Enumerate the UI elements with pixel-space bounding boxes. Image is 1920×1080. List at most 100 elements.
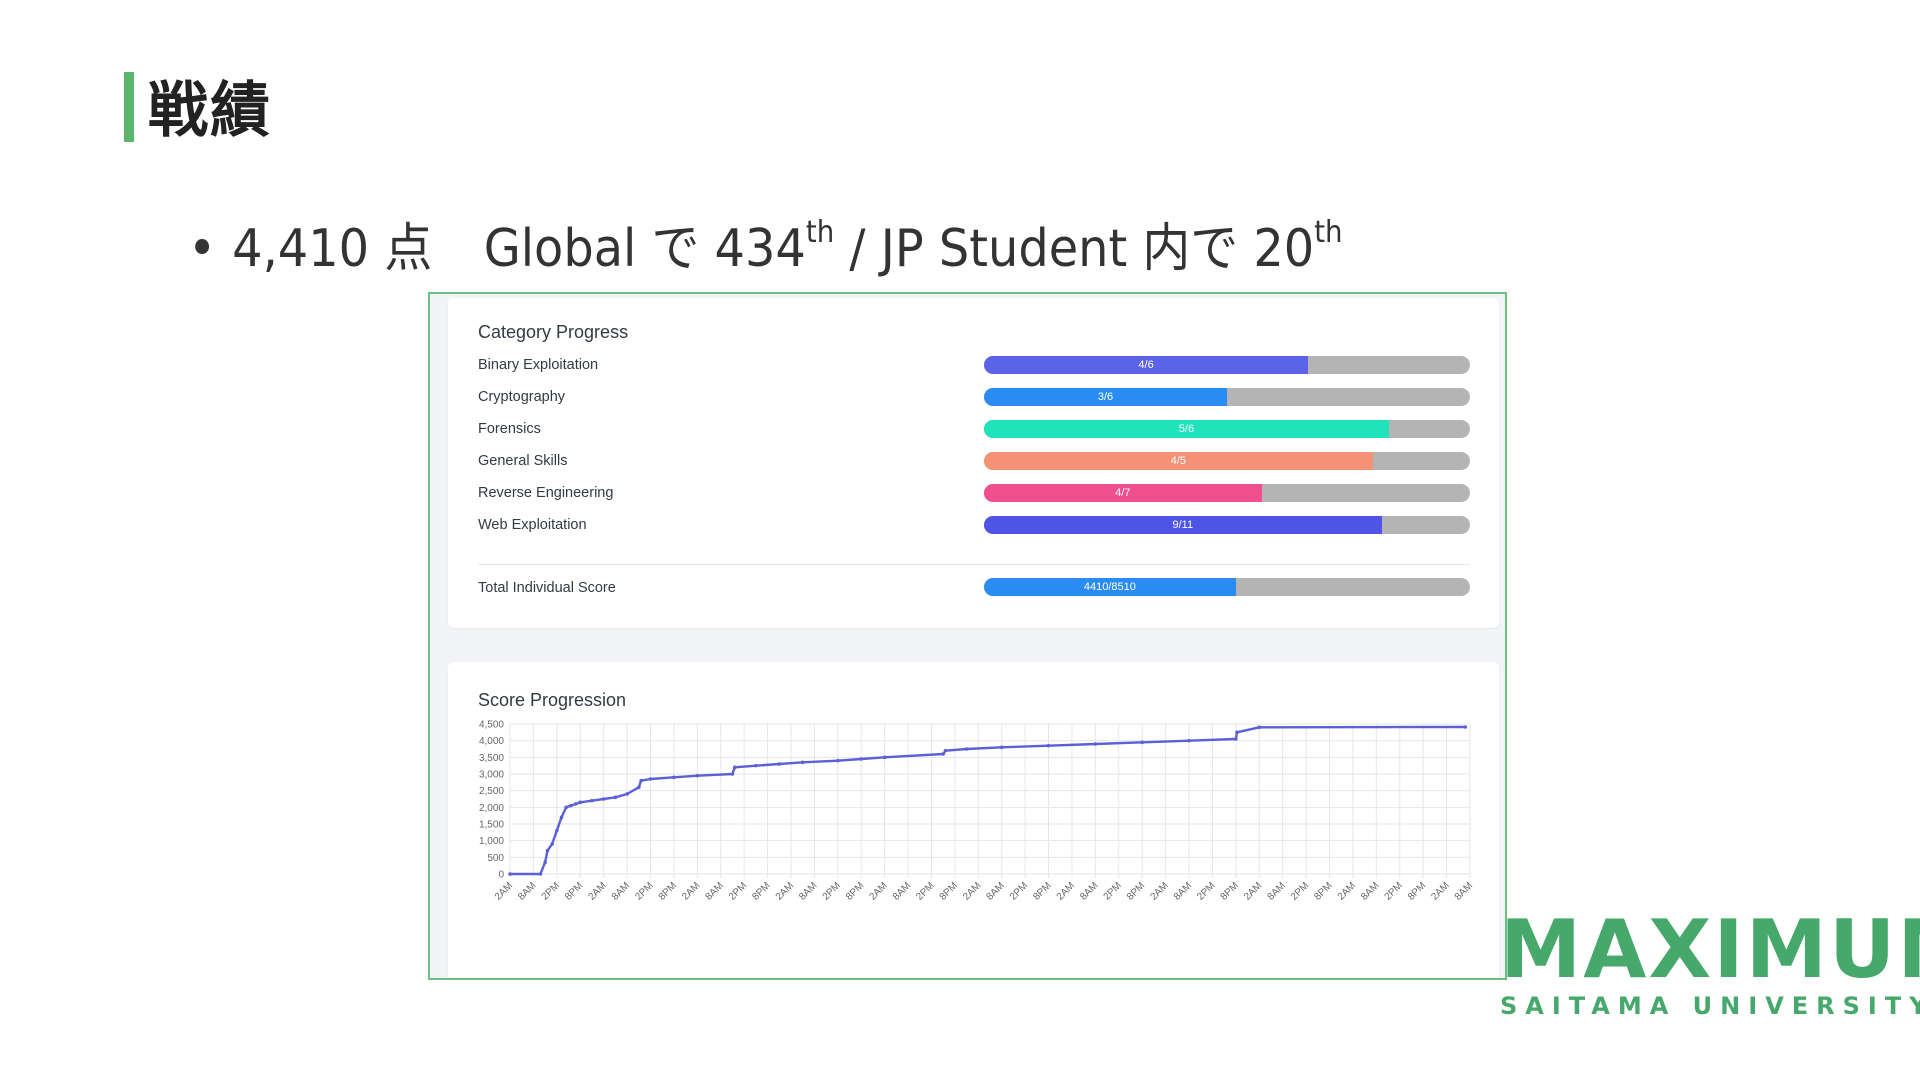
category-progress-card: Category Progress Binary Exploitation 4/6… <box>448 298 1499 628</box>
category-progress-text: 4/5 <box>1170 455 1187 467</box>
x-tick-label: 8AM <box>1265 880 1287 902</box>
x-tick-label: 8PM <box>1031 880 1053 902</box>
score-point <box>672 775 676 780</box>
category-label: Binary Exploitation <box>478 357 599 373</box>
score-point <box>613 795 618 800</box>
global-rank-suffix: th <box>805 215 835 250</box>
y-tick-label: 3,000 <box>479 770 504 781</box>
category-label: General Skills <box>478 453 568 469</box>
category-progress-fill: 4/6 <box>984 356 1309 374</box>
jp-rank-text: / JP Student 内で 20 <box>834 219 1315 279</box>
x-tick-label: 8PM <box>1219 880 1241 902</box>
score-point <box>730 772 735 776</box>
x-tick-label: 8AM <box>1359 880 1381 902</box>
score-point <box>1140 740 1144 745</box>
x-tick-label: 8AM <box>797 880 819 902</box>
score-point <box>1187 738 1191 743</box>
x-tick-label: 8PM <box>1312 880 1334 902</box>
score-point <box>800 760 805 765</box>
score-point <box>564 805 568 810</box>
score-point <box>1234 737 1238 741</box>
x-tick-label: 2PM <box>1102 880 1124 902</box>
score-line <box>510 725 1466 876</box>
x-tick-label: 8PM <box>844 880 866 902</box>
x-tick-label: 8PM <box>1125 880 1147 902</box>
x-tick-label: 2AM <box>961 880 983 902</box>
y-tick-label: 3,500 <box>479 753 504 764</box>
category-progress-text: 4/7 <box>1115 487 1131 499</box>
score-point <box>545 848 550 853</box>
category-progress-text: 9/11 <box>1172 519 1194 531</box>
y-tick-label: 1,000 <box>479 836 504 847</box>
score-point <box>695 773 700 778</box>
x-tick-label: 2AM <box>493 880 515 902</box>
x-tick-label: 2PM <box>1383 880 1405 902</box>
category-progress-fill: 5/6 <box>984 420 1389 438</box>
category-progress-fill: 9/11 <box>984 516 1382 534</box>
x-tick-label: 2AM <box>1336 880 1358 902</box>
divider <box>478 564 1470 565</box>
score-point <box>538 872 543 876</box>
score-point <box>732 765 737 770</box>
scoreboard-screenshot: Category Progress Binary Exploitation 4/6… <box>428 292 1507 980</box>
x-tick-label: 2AM <box>867 880 889 902</box>
score-point <box>836 758 840 763</box>
total-score-label: Total Individual Score <box>478 580 616 596</box>
category-progress-text: 3/6 <box>1097 391 1114 403</box>
score-point <box>943 748 948 753</box>
x-tick-label: 2PM <box>914 880 936 902</box>
x-tick-label: 2PM <box>540 880 562 902</box>
y-tick-label: 2,500 <box>479 786 504 797</box>
category-progress-fill: 3/6 <box>984 388 1227 406</box>
x-tick-label: 8PM <box>563 880 585 902</box>
x-tick-label: 8AM <box>516 880 538 902</box>
score-point <box>569 803 573 808</box>
x-tick-label: 8PM <box>750 880 772 902</box>
y-tick-label: 500 <box>487 853 504 864</box>
total-score-text: 4410/8510 <box>1083 581 1136 593</box>
total-score-fill: 4410/8510 <box>984 578 1236 596</box>
x-tick-label: 2AM <box>680 880 702 902</box>
x-tick-label: 2AM <box>586 880 608 902</box>
jp-rank-suffix: th <box>1314 215 1343 250</box>
score-point <box>639 778 643 783</box>
x-tick-label: 2AM <box>1429 880 1451 902</box>
x-tick-label: 2AM <box>1148 880 1170 902</box>
category-progress-bar: 4/7 <box>984 484 1470 502</box>
score-point <box>625 792 629 796</box>
score-point <box>648 777 653 781</box>
score-point <box>573 802 578 806</box>
score-point <box>1257 725 1262 730</box>
score-point <box>601 797 606 801</box>
x-tick-label: 8AM <box>985 880 1007 902</box>
x-tick-label: 2PM <box>1289 880 1311 902</box>
score-point <box>941 752 945 756</box>
x-tick-label: 8AM <box>891 880 913 902</box>
x-tick-label: 8PM <box>657 880 679 902</box>
x-tick-label: 2PM <box>727 880 749 902</box>
result-bullet: • 4,410 点 Global で 434th / JP Student 内で 2… <box>188 206 1343 281</box>
score-point <box>964 747 969 751</box>
x-tick-label: 2PM <box>1008 880 1030 902</box>
y-tick-label: 1,500 <box>479 820 504 831</box>
score-point <box>590 798 594 803</box>
score-point <box>578 800 583 805</box>
category-label: Cryptography <box>478 389 566 405</box>
x-tick-label: 8AM <box>1172 880 1194 902</box>
score-point <box>1046 743 1051 748</box>
x-tick-label: 2AM <box>774 880 796 902</box>
x-tick-label: 8AM <box>610 880 632 902</box>
logo-subtitle: SAITAMA UNIVERSITY <box>1500 992 1920 1020</box>
x-tick-label: 2PM <box>821 880 843 902</box>
category-progress-bar: 3/6 <box>984 388 1470 406</box>
maximum-logo: MAXIMUM SAITAMA UNIVERSITY <box>1500 910 1920 1021</box>
category-progress-bar: 4/5 <box>984 452 1470 470</box>
category-progress-text: 4/6 <box>1138 359 1154 371</box>
category-progress-title: Category Progress <box>478 322 629 342</box>
x-tick-label: 8AM <box>704 880 726 902</box>
x-tick-label: 2AM <box>1242 880 1264 902</box>
x-tick-label: 8PM <box>938 880 960 902</box>
category-progress-bar: 9/11 <box>984 516 1470 534</box>
global-rank-text: Global で 434 <box>483 219 806 279</box>
score-point <box>636 785 641 790</box>
